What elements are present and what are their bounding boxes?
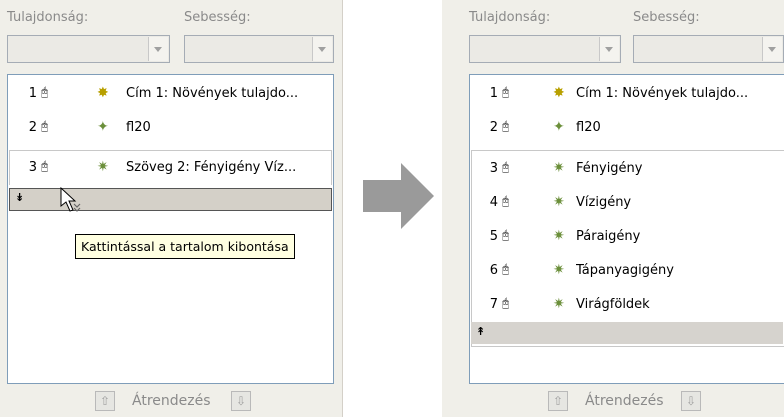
item-label: Vízigény <box>576 195 632 210</box>
chevron-down-icon[interactable] <box>312 37 332 61</box>
item-number: 3 <box>489 161 498 176</box>
collapse-contents-bar[interactable]: ↟ <box>471 322 783 344</box>
animation-item[interactable]: 2 🖰 ✦ fl20 <box>471 111 783 145</box>
item-label: Cím 1: Növények tulajdo... <box>126 86 299 101</box>
fly-effect-icon: ✷ <box>553 160 565 176</box>
mouse-click-icon: 🖰 <box>41 85 49 99</box>
animation-list[interactable]: 1 🖰 ✸ Cím 1: Növények tulajdo... 2 🖰 ✦ f… <box>469 74 784 384</box>
item-label: Tápanyagigény <box>576 263 674 278</box>
animation-item[interactable]: 3 🖰 ✷ Fényigény <box>471 152 783 186</box>
expand-contents-bar[interactable]: ↡ <box>9 188 332 211</box>
tooltip: Kattintással a tartalom kibontása <box>75 234 295 259</box>
speed-dropdown[interactable] <box>184 35 334 63</box>
mouse-cursor-icon <box>60 187 81 212</box>
animation-item[interactable]: 1 🖰 ✸ Cím 1: Növények tulajdo... <box>9 77 332 111</box>
reorder-label: Átrendezés <box>132 393 211 409</box>
chevron-down-icon[interactable] <box>148 37 168 61</box>
item-label: Szöveg 2: Fényigény Víz... <box>126 160 297 175</box>
fly-effect-icon: ✷ <box>553 296 565 312</box>
chevron-down-icon[interactable] <box>599 37 619 61</box>
item-number: 3 <box>28 160 37 175</box>
animation-list[interactable]: 1 🖰 ✸ Cím 1: Növények tulajdo... 2 🖰 ✦ f… <box>7 74 334 384</box>
burst-effect-icon: ✦ <box>97 119 109 135</box>
item-label: Cím 1: Növények tulajdo... <box>576 86 749 101</box>
fly-effect-icon: ✷ <box>553 194 565 210</box>
move-up-button[interactable]: ⇧ <box>548 391 568 411</box>
mouse-click-icon: 🖰 <box>502 228 510 242</box>
property-label: Tulajdonság: <box>469 10 551 25</box>
reorder-label: Átrendezés <box>585 393 664 409</box>
item-number: 6 <box>489 263 498 278</box>
property-dropdown[interactable] <box>7 35 170 63</box>
star-effect-icon: ✸ <box>97 85 109 101</box>
mouse-click-icon: 🖰 <box>502 194 510 208</box>
mouse-click-icon: 🖰 <box>41 119 49 133</box>
fly-effect-icon: ✷ <box>553 262 565 278</box>
double-chevron-up-icon[interactable]: ↟ <box>476 325 485 338</box>
burst-effect-icon: ✦ <box>553 119 565 135</box>
animation-item[interactable]: 1 🖰 ✸ Cím 1: Növények tulajdo... <box>471 77 783 111</box>
fly-effect-icon: ✷ <box>553 228 565 244</box>
speed-label: Sebesség: <box>184 10 251 25</box>
animation-item[interactable]: 4 🖰 ✷ Vízigény <box>471 186 783 220</box>
animation-item[interactable]: 2 🖰 ✦ fl20 <box>9 111 332 145</box>
mouse-click-icon: 🖰 <box>502 119 510 133</box>
item-label: Páraigény <box>576 229 641 244</box>
move-up-button[interactable]: ⇧ <box>95 391 115 411</box>
mouse-click-icon: 🖰 <box>41 159 49 173</box>
speed-dropdown[interactable] <box>633 35 784 63</box>
custom-animation-pane-before: Tulajdonság: Sebesség: 1 🖰 ✸ Cím 1: Növé… <box>0 0 343 417</box>
property-label: Tulajdonság: <box>7 10 89 25</box>
animation-item[interactable]: 5 🖰 ✷ Páraigény <box>471 220 783 254</box>
reorder-bar: ⇧ Átrendezés ⇩ <box>0 391 342 417</box>
item-number: 2 <box>489 120 498 135</box>
transition-arrow-icon <box>363 163 434 229</box>
item-label: Virágföldek <box>576 297 650 312</box>
item-number: 1 <box>28 86 37 101</box>
item-label: fl20 <box>576 120 601 135</box>
item-number: 4 <box>489 195 498 210</box>
chevron-down-icon[interactable] <box>762 37 782 61</box>
animation-item[interactable]: 6 🖰 ✷ Tápanyagigény <box>471 254 783 288</box>
fly-effect-icon: ✷ <box>97 159 109 175</box>
speed-label: Sebesség: <box>633 10 700 25</box>
item-number: 7 <box>489 297 498 312</box>
double-chevron-down-icon[interactable]: ↡ <box>15 191 24 204</box>
item-label: Fényigény <box>576 161 643 176</box>
property-dropdown[interactable] <box>469 35 621 63</box>
mouse-click-icon: 🖰 <box>502 262 510 276</box>
mouse-click-icon: 🖰 <box>502 85 510 99</box>
item-label: fl20 <box>126 120 151 135</box>
mouse-click-icon: 🖰 <box>502 160 510 174</box>
custom-animation-pane-after: Tulajdonság: Sebesség: 1 🖰 ✸ Cím 1: Növé… <box>442 0 784 417</box>
item-number: 5 <box>489 229 498 244</box>
item-number: 1 <box>489 86 498 101</box>
move-down-button[interactable]: ⇩ <box>681 391 701 411</box>
move-down-button[interactable]: ⇩ <box>231 391 251 411</box>
mouse-click-icon: 🖰 <box>502 296 510 310</box>
animation-item-container[interactable]: 3 🖰 ✷ Szöveg 2: Fényigény Víz... <box>9 150 332 185</box>
item-number: 2 <box>28 120 37 135</box>
star-effect-icon: ✸ <box>553 85 565 101</box>
animation-item[interactable]: 7 🖰 ✷ Virágföldek <box>471 288 783 322</box>
reorder-bar: ⇧ Átrendezés ⇩ <box>442 391 784 417</box>
